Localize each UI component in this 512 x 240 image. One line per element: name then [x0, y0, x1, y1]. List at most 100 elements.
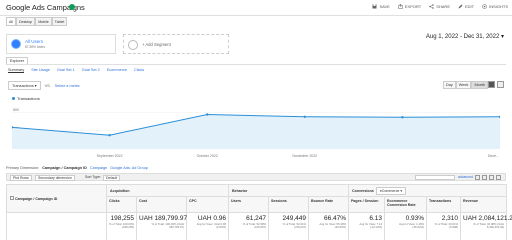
- chart-controls: Transactions ▾ VS. Select a metric: [8, 81, 80, 90]
- total-value: UAH 0.96: [197, 215, 226, 222]
- segment-name: All Users: [25, 39, 44, 44]
- add-segment-button[interactable]: + Add Segment: [123, 34, 229, 54]
- x-tick-label: September 2022: [97, 154, 123, 158]
- col-cost[interactable]: Cost: [136, 196, 187, 213]
- report-header: Google Ads Campaigns SAVE EXPORT SHARE E…: [0, 0, 512, 16]
- col-transactions[interactable]: Transactions: [426, 196, 462, 213]
- total-pages-per-session: 6.13 Avg for View: 7.14 (-14.14%): [348, 212, 386, 240]
- x-tick-label: Dece...: [488, 154, 499, 158]
- col-revenue[interactable]: Revenue: [460, 196, 508, 213]
- metric-select-label: Transactions: [12, 84, 34, 88]
- save-button[interactable]: SAVE: [372, 4, 390, 9]
- add-circle-icon: [128, 40, 138, 50]
- total-sessions: 249,449% of Total: 52.01% (479,647): [268, 212, 309, 240]
- group-conversions: Conversions eCommerce ▾: [348, 184, 508, 197]
- total-sub: % of Total: 33.01% (6,998): [434, 222, 459, 230]
- dimension-column-header[interactable]: Campaign / Campaign ID: [6, 184, 107, 213]
- campaign-data-table: Campaign / Campaign ID Acquisition Behav…: [6, 184, 512, 240]
- tab-desktop[interactable]: Desktop: [16, 17, 36, 26]
- data-table-icon[interactable]: [475, 175, 480, 180]
- dimension-ad-group[interactable]: Google Ads: Ad Group: [110, 166, 148, 170]
- save-label: SAVE: [379, 4, 390, 9]
- plot-rows-button[interactable]: Plot Rows: [10, 175, 32, 181]
- tab-explorer[interactable]: Explorer: [6, 57, 29, 64]
- metric-select[interactable]: Transactions ▾: [8, 81, 41, 90]
- total-sub: Avg for View: 55.39% (20.00%): [319, 222, 347, 230]
- segment-card-all-users[interactable]: All Users 87.36% Users: [6, 34, 116, 54]
- motion-chart-icon[interactable]: [497, 81, 504, 88]
- total-value: 2,310: [441, 215, 459, 222]
- share-label: SHARE: [436, 4, 450, 9]
- total-sub: % of Total: 52.98% (115,597): [242, 222, 266, 230]
- add-segment-label: + Add Segment: [142, 42, 171, 47]
- tab-mobile[interactable]: Mobile: [35, 17, 52, 26]
- total-sub: % of Total: 52.01% (479,647): [282, 222, 306, 230]
- verified-check-icon: [69, 4, 75, 10]
- share-button[interactable]: SHARE: [429, 4, 450, 9]
- segment-device-tabs: All Desktop Mobile Tablet: [6, 17, 68, 26]
- col-ecommerce-conversion-rate[interactable]: Ecommerce Conversion Rate: [384, 196, 428, 213]
- select-metric-link[interactable]: Select a metric: [55, 84, 80, 88]
- tab-all[interactable]: All: [6, 17, 16, 26]
- subnav-clicks[interactable]: Clicks: [134, 68, 144, 73]
- total-value: 66.47%: [323, 215, 347, 222]
- primary-dimension-label: Primary Dimension:: [6, 166, 40, 170]
- conversions-select[interactable]: eCommerce ▾: [375, 186, 407, 195]
- chart-type-toggle: [488, 81, 504, 88]
- subnav-ecommerce[interactable]: Ecommerce: [107, 68, 127, 73]
- subnav-goal-set-1[interactable]: Goal Set 1: [57, 68, 75, 73]
- performance-icon[interactable]: [489, 175, 494, 180]
- data-point[interactable]: [206, 113, 209, 116]
- select-all-checkbox[interactable]: [10, 196, 14, 200]
- total-sub: % of Total: 32.08% (UAH 6,496,433.40): [473, 222, 505, 230]
- explorer-subnav: Summary Site Usage Goal Set 1 Goal Set 2…: [8, 68, 144, 73]
- col-pages-per-session[interactable]: Pages / Session: [348, 196, 386, 213]
- x-tick-label: October 2022: [197, 154, 218, 158]
- insights-label: INSIGHTS: [489, 4, 508, 9]
- date-range-picker[interactable]: Aug 1, 2022 - Dec 31, 2022 ▾: [426, 33, 504, 40]
- total-sub: Avg for View: 1.46% (-36.62%): [398, 222, 425, 230]
- view-tabs: Explorer: [6, 57, 506, 65]
- sort-type-select[interactable]: Default: [103, 175, 121, 181]
- insights-icon: [482, 4, 487, 9]
- data-point[interactable]: [108, 134, 111, 137]
- conversions-label: Conversions: [352, 188, 374, 193]
- col-clicks[interactable]: Clicks: [106, 196, 137, 213]
- col-users[interactable]: Users: [228, 196, 269, 213]
- line-chart-icon[interactable]: [488, 81, 495, 88]
- edit-button[interactable]: EDIT: [458, 4, 474, 9]
- totals-row: 198,255% of Total: 100.00% (198,255) UAH…: [6, 212, 512, 240]
- insights-button[interactable]: INSIGHTS: [482, 4, 508, 9]
- total-sub: Avg for View: 7.14 (-14.14%): [359, 222, 383, 230]
- data-point[interactable]: [401, 116, 404, 119]
- secondary-dimension-select[interactable]: Secondary dimension: [35, 175, 75, 181]
- export-button[interactable]: EXPORT: [398, 4, 421, 9]
- primary-dimension-active[interactable]: Campaign / Campaign ID: [42, 166, 87, 170]
- col-bounce-rate[interactable]: Bounce Rate: [307, 196, 350, 213]
- export-label: EXPORT: [404, 4, 422, 9]
- subnav-goal-set-2[interactable]: Goal Set 2: [82, 68, 100, 73]
- total-value: 61,247: [246, 215, 266, 222]
- pencil-icon: [458, 4, 463, 9]
- total-sub: Avg for View: UAH 0.96 (0.00%): [196, 222, 226, 230]
- subnav-site-usage[interactable]: Site Usage: [31, 68, 50, 73]
- col-cpc[interactable]: CPC: [186, 196, 229, 213]
- percentage-icon[interactable]: [482, 175, 487, 180]
- period-day[interactable]: Day: [443, 81, 456, 89]
- period-week[interactable]: Week: [455, 81, 472, 89]
- period-toggle: Day Week Month: [443, 81, 488, 89]
- total-value: 249,449: [282, 215, 307, 222]
- group-acquisition: Acquisition: [106, 184, 229, 197]
- table-search-input[interactable]: [415, 175, 455, 180]
- total-cost: UAH 189,799.97% of Total: 100.00% (UAH 1…: [136, 212, 187, 240]
- comparison-icon[interactable]: [496, 175, 501, 180]
- dimension-campaign[interactable]: Campaign: [90, 166, 107, 170]
- data-point[interactable]: [303, 115, 306, 118]
- col-sessions[interactable]: Sessions: [268, 196, 309, 213]
- subnav-summary[interactable]: Summary: [8, 68, 25, 73]
- totals-dimension-cell: [6, 212, 107, 240]
- advanced-filter-link[interactable]: advanced: [458, 175, 473, 179]
- period-month[interactable]: Month: [471, 81, 488, 89]
- tab-tablet[interactable]: Tablet: [51, 17, 68, 26]
- date-range-label: Aug 1, 2022 - Dec 31, 2022: [425, 34, 500, 40]
